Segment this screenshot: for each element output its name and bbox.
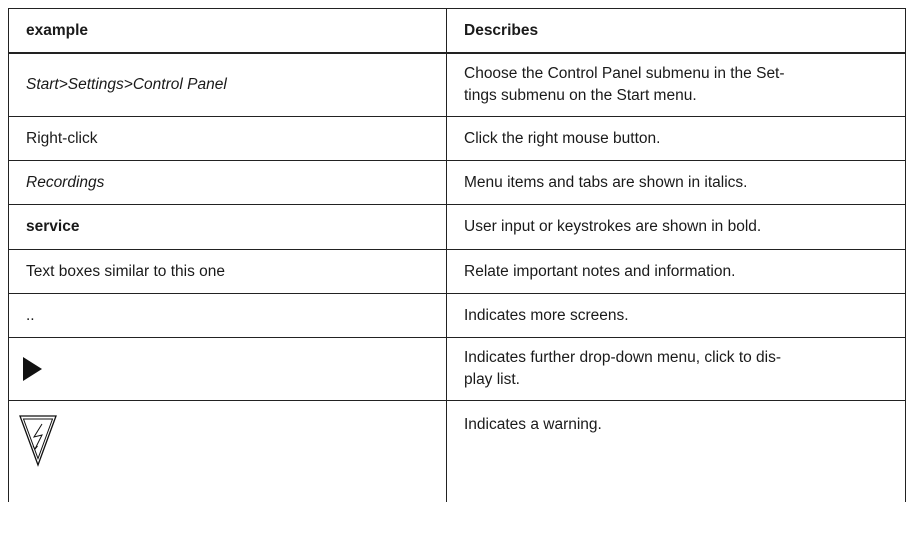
example-cell — [8, 337, 447, 401]
describes-cell: Click the right mouse button. — [446, 116, 906, 161]
example-cell: service — [8, 204, 447, 250]
header-example: example — [8, 8, 447, 54]
describes-line: tings submenu on the Start menu. — [464, 87, 697, 104]
describes-line: play list. — [464, 371, 520, 388]
describes-cell: Indicates more screens. — [446, 293, 906, 338]
example-cell: Start>Settings>Control Panel — [8, 52, 447, 117]
right-triangle-icon — [23, 357, 42, 381]
table-row: service User input or keystrokes are sho… — [8, 204, 906, 250]
example-cell: Recordings — [8, 160, 447, 205]
table-row: Indicates further drop-down menu, click … — [8, 337, 906, 401]
page-margin — [906, 8, 913, 542]
example-cell: Right-click — [8, 116, 447, 161]
describes-cell: User input or keystrokes are shown in bo… — [446, 204, 906, 250]
warning-lightning-triangle-icon — [19, 415, 57, 467]
table-row: .. Indicates more screens. — [8, 293, 906, 338]
example-cell — [8, 400, 447, 502]
example-cell: Text boxes similar to this one — [8, 249, 447, 294]
table-row: Right-click Click the right mouse button… — [8, 116, 906, 161]
table-row: Indicates a warning. — [8, 400, 906, 502]
table-row: Recordings Menu items and tabs are shown… — [8, 160, 906, 205]
describes-cell: Indicates further drop-down menu, click … — [446, 337, 906, 401]
header-describes: Describes — [446, 8, 906, 54]
describes-cell: Indicates a warning. — [446, 400, 906, 502]
describes-line: Choose the Control Panel submenu in the … — [464, 65, 785, 82]
table-header-row: example Describes — [8, 8, 906, 54]
describes-cell: Relate important notes and information. — [446, 249, 906, 294]
describes-line: Indicates further drop-down menu, click … — [464, 349, 782, 366]
describes-cell: Menu items and tabs are shown in italics… — [446, 160, 906, 205]
table-row: Text boxes similar to this one Relate im… — [8, 249, 906, 294]
example-cell: .. — [8, 293, 447, 338]
describes-cell: Choose the Control Panel submenu in the … — [446, 52, 906, 117]
conventions-table: example Describes Start>Settings>Control… — [8, 8, 906, 502]
table-row: Start>Settings>Control Panel Choose the … — [8, 52, 906, 117]
